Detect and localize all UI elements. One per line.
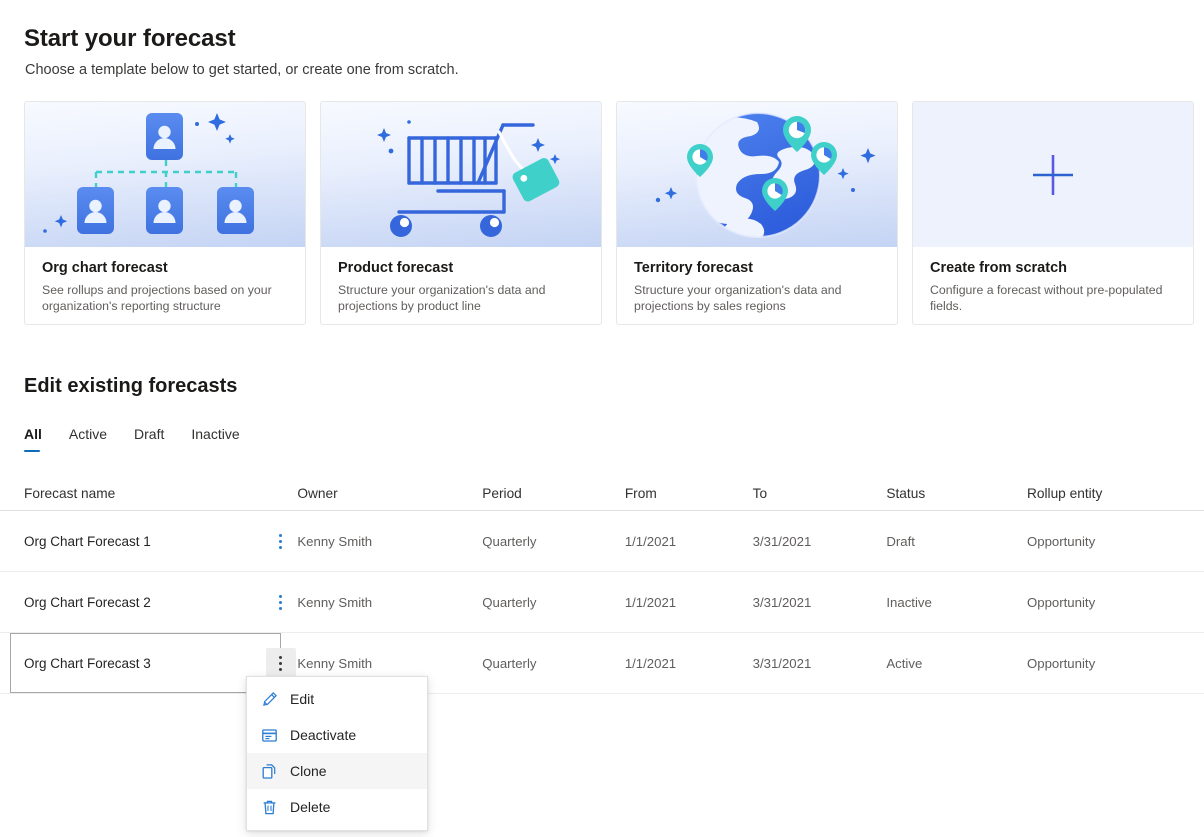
tab-inactive[interactable]: Inactive <box>191 426 239 452</box>
cell-rollup-entity: Opportunity <box>1026 655 1096 671</box>
card-body: Territory forecast Structure your organi… <box>617 247 897 315</box>
row-menu-button[interactable] <box>266 587 296 617</box>
column-header-to[interactable]: To <box>753 486 887 501</box>
template-card-list: Org chart forecast See rollups and proje… <box>24 101 1194 325</box>
globe-pins-illustration <box>617 102 897 247</box>
tab-draft[interactable]: Draft <box>134 426 164 452</box>
cell-to: 3/31/2021 <box>752 594 812 610</box>
cell-status: Active <box>886 655 923 671</box>
context-menu-item-label: Deactivate <box>290 727 357 743</box>
page-subtitle: Choose a template below to get started, … <box>25 62 459 78</box>
section-title: Edit existing forecasts <box>24 375 238 397</box>
forecast-table: Forecast name Owner Period From To Statu… <box>0 476 1204 694</box>
table-header-row: Forecast name Owner Period From To Statu… <box>0 476 1204 511</box>
cell-from: 1/1/2021 <box>624 594 677 610</box>
cell-period: Quarterly <box>482 594 537 610</box>
column-header-owner[interactable]: Owner <box>297 486 482 501</box>
context-menu-item-clone[interactable]: Clone <box>247 753 427 789</box>
context-menu-item-deactivate[interactable]: Deactivate <box>247 717 427 753</box>
card-description: See rollups and projections based on you… <box>42 283 272 314</box>
cell-from: 1/1/2021 <box>624 533 677 549</box>
forecast-setup-page: Start your forecast Choose a template be… <box>0 0 1204 837</box>
card-title: Org chart forecast <box>42 260 168 276</box>
cell-actions <box>264 587 297 617</box>
tab-active[interactable]: Active <box>69 426 107 452</box>
cell-to: 3/31/2021 <box>752 533 812 549</box>
cell-owner: Kenny Smith <box>297 655 373 671</box>
table-row[interactable]: Org Chart Forecast 2 Kenny Smith Quarter… <box>0 572 1204 633</box>
cell-rollup-entity: Opportunity <box>1026 533 1096 549</box>
card-description: Structure your organization's data and p… <box>338 283 546 314</box>
cell-forecast-name: Org Chart Forecast 2 <box>24 594 151 610</box>
context-menu-item-label: Delete <box>290 799 331 815</box>
scratch-art <box>913 102 1193 247</box>
column-header-forecast-name[interactable]: Forecast name <box>0 486 264 501</box>
cell-period: Quarterly <box>482 655 537 671</box>
cell-to: 3/31/2021 <box>752 655 812 671</box>
cell-period: Quarterly <box>482 533 537 549</box>
deactivate-icon <box>261 727 278 744</box>
card-body: Product forecast Structure your organiza… <box>321 247 601 315</box>
cell-rollup-entity: Opportunity <box>1026 594 1096 610</box>
column-header-status[interactable]: Status <box>886 486 1027 501</box>
row-context-menu: Edit Deactivate Clone Delete <box>246 676 428 831</box>
cell-forecast-name: Org Chart Forecast 1 <box>24 533 151 549</box>
card-description: Configure a forecast without pre-populat… <box>930 283 1163 314</box>
context-menu-item-label: Clone <box>290 763 327 779</box>
pencil-icon <box>261 691 278 708</box>
template-card-create-from-scratch[interactable]: Create from scratch Configure a forecast… <box>912 101 1194 325</box>
shopping-cart-illustration <box>321 102 601 247</box>
org-chart-illustration <box>25 102 305 247</box>
card-title: Create from scratch <box>930 260 1067 276</box>
context-menu-item-edit[interactable]: Edit <box>247 681 427 717</box>
copy-icon <box>261 763 278 780</box>
template-card-product[interactable]: Product forecast Structure your organiza… <box>320 101 602 325</box>
cell-owner: Kenny Smith <box>297 594 373 610</box>
card-title: Territory forecast <box>634 260 753 276</box>
org-chart-svg <box>43 113 254 234</box>
tab-all[interactable]: All <box>24 426 42 452</box>
card-title: Product forecast <box>338 260 454 276</box>
cell-actions <box>264 526 297 556</box>
page-title: Start your forecast <box>24 25 236 52</box>
card-body: Create from scratch Configure a forecast… <box>913 247 1193 315</box>
card-body: Org chart forecast See rollups and proje… <box>25 247 305 315</box>
forecast-filter-tabs: All Active Draft Inactive <box>24 426 240 452</box>
plus-icon <box>1033 154 1073 195</box>
template-card-org-chart[interactable]: Org chart forecast See rollups and proje… <box>24 101 306 325</box>
table-row[interactable]: Org Chart Forecast 1 Kenny Smith Quarter… <box>0 511 1204 572</box>
card-description: Structure your organization's data and p… <box>634 283 842 314</box>
row-menu-button[interactable] <box>265 648 296 678</box>
cell-status: Draft <box>886 533 915 549</box>
cell-status: Inactive <box>886 594 932 610</box>
cell-owner: Kenny Smith <box>297 533 373 549</box>
cell-from: 1/1/2021 <box>624 655 677 671</box>
shopping-cart-svg <box>377 120 561 237</box>
column-header-rollup-entity[interactable]: Rollup entity <box>1027 486 1204 501</box>
column-header-from[interactable]: From <box>625 486 753 501</box>
context-menu-item-delete[interactable]: Delete <box>247 789 427 825</box>
trash-icon <box>261 799 278 816</box>
cell-actions <box>264 648 297 678</box>
context-menu-item-label: Edit <box>290 691 315 707</box>
column-header-period[interactable]: Period <box>482 486 625 501</box>
cell-forecast-name: Org Chart Forecast 3 <box>24 655 151 671</box>
template-card-territory[interactable]: Territory forecast Structure your organi… <box>616 101 898 325</box>
table-row[interactable]: Org Chart Forecast 3 Kenny Smith Quarter… <box>0 633 1204 694</box>
globe-pins-svg <box>655 112 876 238</box>
row-menu-button[interactable] <box>266 526 296 556</box>
